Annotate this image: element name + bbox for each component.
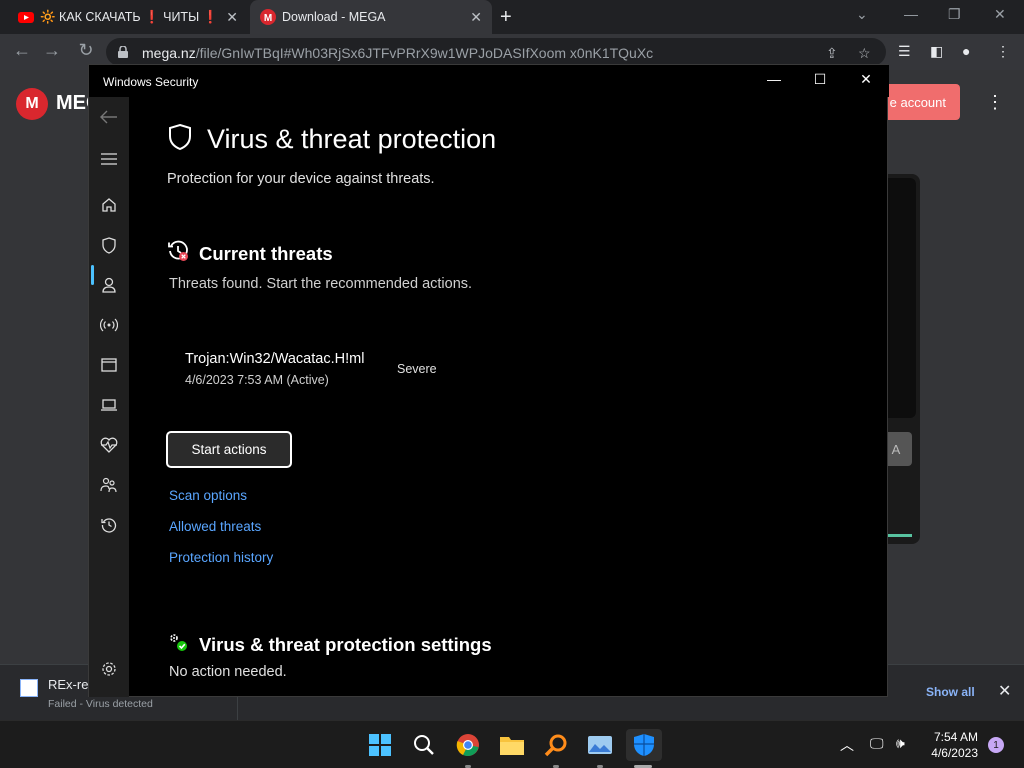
close-tab-icon[interactable]: ✕ <box>226 9 238 26</box>
address-bar[interactable]: mega.nz/file/GnIwTBqI#Wh03RjSx6JTFvPRrX9… <box>106 38 886 66</box>
windows-security-taskbar-icon[interactable] <box>626 729 662 761</box>
current-threats-heading: Current threats <box>199 242 333 264</box>
tab-mega[interactable]: M Download - MEGA ✕ <box>250 0 492 34</box>
threat-timestamp: 4/6/2023 7:53 AM (Active) <box>185 373 329 387</box>
url-text: mega.nz/file/GnIwTBqI#Wh03RjSx6JTFvPRrX9… <box>142 45 654 61</box>
main-content: Virus & threat protection Protection for… <box>129 97 887 736</box>
system-clock[interactable]: 7:54 AM 4/6/2023 <box>922 729 978 761</box>
download-status: Failed - Virus detected <box>48 698 153 710</box>
forward-icon[interactable]: → <box>40 40 64 61</box>
tab-label: 🔆 КАК СКАЧАТЬ ❗ ЧИТЫ ❗ <box>40 9 219 24</box>
photos-app-icon[interactable] <box>584 729 616 761</box>
bookmark-star-icon[interactable]: ☆ <box>858 45 871 62</box>
chrome-menu-icon[interactable]: ⋮ <box>996 43 1010 60</box>
settings-heading: Virus & threat protection settings <box>199 633 492 655</box>
settings-gears-icon <box>167 631 189 658</box>
close-icon[interactable]: ✕ <box>851 71 881 88</box>
hamburger-menu-icon[interactable] <box>99 149 119 169</box>
maximize-icon[interactable]: ☐ <box>805 71 835 88</box>
network-icon[interactable]: 🖵 <box>870 735 884 752</box>
back-icon[interactable]: ← <box>10 40 34 61</box>
device-security-icon[interactable] <box>99 395 119 415</box>
clock-date: 4/6/2023 <box>931 746 978 760</box>
tab-label: Download - MEGA <box>282 10 386 24</box>
side-panel-icon[interactable]: ◧ <box>930 43 943 60</box>
youtube-icon <box>18 9 34 25</box>
close-window-icon[interactable]: ✕ <box>994 6 1006 23</box>
chevron-up-icon[interactable]: ︿ <box>840 735 854 755</box>
reading-list-icon[interactable]: ☰ <box>898 43 911 60</box>
chrome-icon[interactable] <box>452 729 484 761</box>
settings-header: Virus & threat protection settings <box>167 631 492 658</box>
window-title: Windows Security <box>103 75 199 89</box>
home-icon[interactable] <box>99 195 119 215</box>
history-icon[interactable] <box>99 515 119 535</box>
start-actions-button[interactable]: Start actions <box>166 431 292 468</box>
search-icon[interactable] <box>408 729 440 761</box>
reload-icon[interactable]: ↻ <box>74 40 98 61</box>
clock-time: 7:54 AM <box>933 730 978 744</box>
search-tool-icon[interactable] <box>540 729 572 761</box>
device-health-icon[interactable] <box>99 435 119 455</box>
volume-icon[interactable]: 🕪 <box>896 735 905 752</box>
download-file-name: REx-re <box>48 677 89 692</box>
allowed-threats-link[interactable]: Allowed threats <box>169 519 261 534</box>
show-all-link[interactable]: Show all <box>926 685 975 699</box>
browser-tabstrip: 🔆 КАК СКАЧАТЬ ❗ ЧИТЫ ❗ ✕ M Download - ME… <box>0 0 1024 34</box>
page-title: Virus & threat protection <box>207 124 497 154</box>
mega-logo[interactable]: M <box>16 88 48 120</box>
start-windows-icon[interactable] <box>364 729 396 761</box>
restore-icon[interactable]: ❐ <box>948 6 961 23</box>
close-tab-icon[interactable]: ✕ <box>470 9 482 26</box>
firewall-network-icon[interactable] <box>99 315 119 335</box>
settings-status: No action needed. <box>169 664 287 680</box>
protection-history-link[interactable]: Protection history <box>169 550 273 565</box>
title-bar[interactable]: Windows Security — ☐ ✕ <box>89 65 889 97</box>
lock-icon <box>118 45 128 58</box>
back-arrow-icon[interactable] <box>99 107 119 127</box>
new-tab-button[interactable]: + <box>500 6 512 29</box>
threat-severity: Severe <box>397 362 437 376</box>
nav-selection-indicator <box>91 265 94 285</box>
taskbar: ︿ 🖵 🕪 7:54 AM 4/6/2023 1 <box>0 720 1024 768</box>
scan-options-link[interactable]: Scan options <box>169 488 247 503</box>
current-threats-description: Threats found. Start the recommended act… <box>169 276 473 292</box>
account-icon[interactable] <box>99 275 119 295</box>
page-subtitle: Protection for your device against threa… <box>167 171 435 187</box>
current-threats-header: Current threats <box>167 240 333 267</box>
profile-icon[interactable]: ● <box>962 43 970 59</box>
file-icon <box>20 679 38 697</box>
nav-rail <box>89 97 129 697</box>
tab-youtube[interactable]: 🔆 КАК СКАЧАТЬ ❗ ЧИТЫ ❗ ✕ <box>8 0 248 34</box>
minimize-icon[interactable]: — <box>904 6 918 22</box>
threat-clock-warning-icon <box>167 240 189 267</box>
page-header: Virus & threat protection <box>167 123 496 156</box>
close-downloads-icon[interactable]: ✕ <box>998 681 1011 701</box>
share-icon[interactable]: ⇪ <box>826 45 838 62</box>
family-options-icon[interactable] <box>99 475 119 495</box>
file-explorer-icon[interactable] <box>496 729 528 761</box>
minimize-icon[interactable]: — <box>759 71 789 87</box>
app-browser-control-icon[interactable] <box>99 355 119 375</box>
shield-icon <box>167 123 193 156</box>
notification-badge[interactable]: 1 <box>988 737 1004 753</box>
settings-gear-icon[interactable] <box>99 659 119 679</box>
page-menu-icon[interactable]: ⋮ <box>986 92 1004 113</box>
shield-icon[interactable] <box>99 235 119 255</box>
mega-icon: M <box>260 9 276 25</box>
chevron-down-icon[interactable]: ⌄ <box>856 6 868 23</box>
svg-text:M: M <box>264 13 272 24</box>
threat-name[interactable]: Trojan:Win32/Wacatac.H!ml <box>185 351 364 367</box>
windows-security-window: Windows Security — ☐ ✕ Virus & threat pr… <box>88 64 889 736</box>
